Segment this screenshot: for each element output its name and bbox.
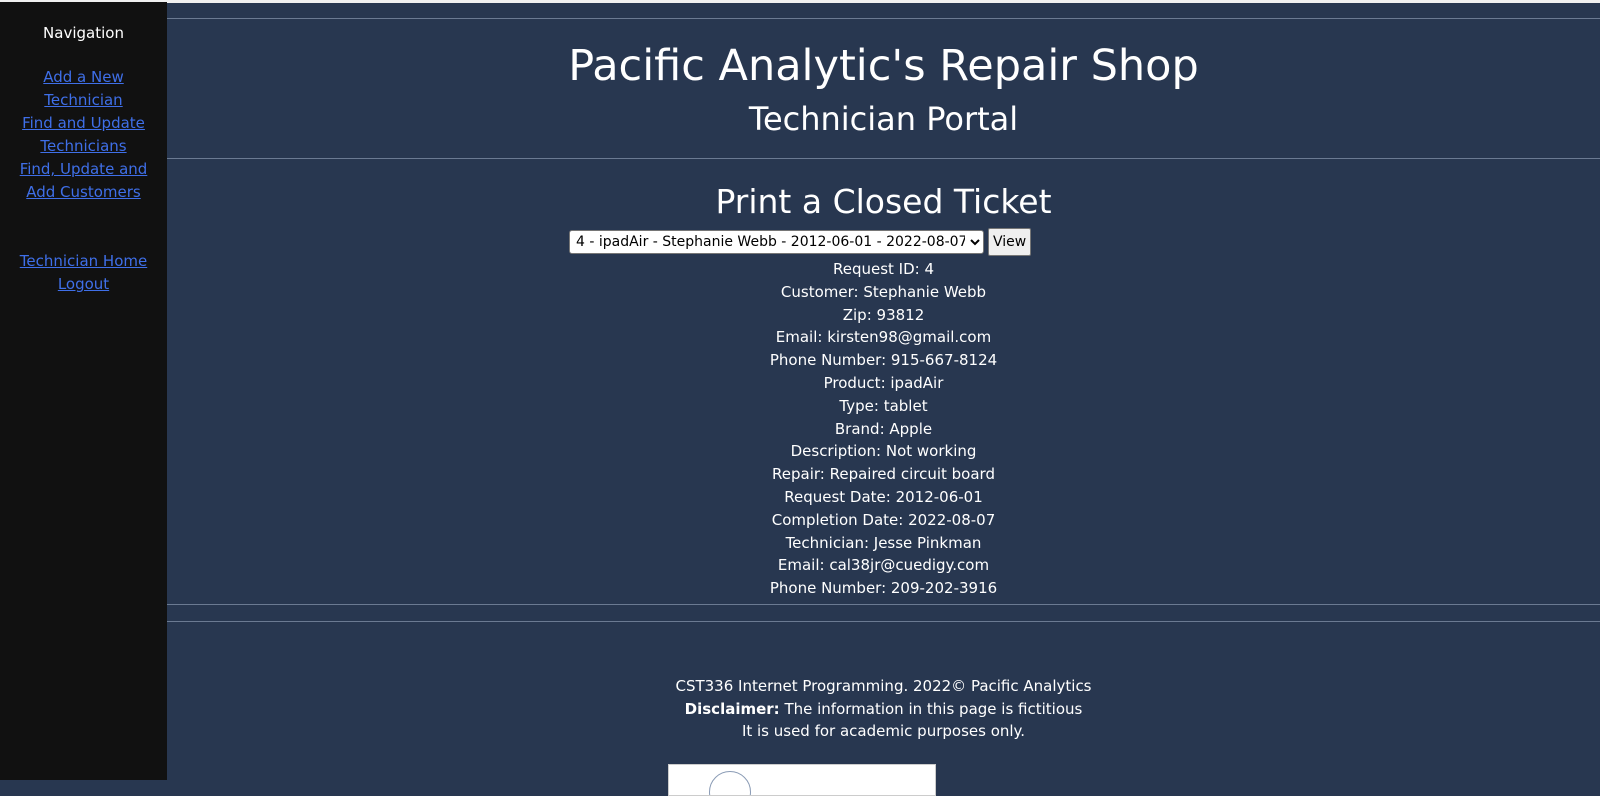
detail-product: Product: ipadAir [823,373,944,392]
seal-icon [709,771,751,795]
detail-technician-email: Email: cal38jr@cuedigy.com [777,556,990,575]
detail-technician: Technician: Jesse Pinkman [785,533,982,552]
footer-logo [668,764,936,796]
page-footer: CST336 Internet Programming. 2022© Pacif… [167,675,1600,743]
navigation-heading: Navigation [43,24,124,42]
detail-customer-phone: Phone Number: 915-667-8124 [769,351,998,370]
page-heading: Print a Closed Ticket [715,182,1052,221]
site-title: Pacific Analytic's Repair Shop [568,41,1199,91]
sidebar-link-add-technician[interactable]: Add a New Technician [0,66,167,112]
view-button[interactable]: View [988,228,1032,256]
sidebar-link-logout[interactable]: Logout [0,273,167,296]
header-top-divider [167,18,1600,19]
detail-type: Type: tablet [839,396,928,415]
detail-request-date: Request Date: 2012-06-01 [784,487,983,506]
ticket-picker: 4 - ipadAir - Stephanie Webb - 2012-06-0… [569,228,1032,256]
disclaimer-label: Disclaimer: [684,699,780,718]
detail-request-id: Request ID: 4 [832,260,935,278]
detail-technician-phone: Phone Number: 209-202-3916 [769,579,998,598]
sidebar-link-technician-home[interactable]: Technician Home [0,250,167,273]
footer-academic-note: It is used for academic purposes only. [741,722,1026,740]
detail-repair: Repair: Repaired circuit board [772,465,995,484]
sidebar-navigation: Navigation Add a New Technician Find and… [0,2,167,780]
footer-copyright: CST336 Internet Programming. 2022© Pacif… [675,677,1092,695]
detail-customer-email: Email: kirsten98@gmail.com [775,328,992,347]
disclaimer-text: The information in this page is fictitio… [779,699,1083,718]
detail-customer: Customer: Stephanie Webb [780,282,987,301]
footer-second-divider [167,621,1600,622]
ticket-details: Request ID: 4 Customer: Stephanie Webb Z… [167,258,1600,600]
sidebar-link-find-update-technicians[interactable]: Find and Update Technicians [0,112,167,158]
footer-disclaimer: Disclaimer: The information in this page… [167,698,1600,721]
closed-ticket-select[interactable]: 4 - ipadAir - Stephanie Webb - 2012-06-0… [569,230,984,254]
detail-description: Description: Not working [790,442,977,461]
main-content: Pacific Analytic's Repair Shop Technicia… [167,2,1600,796]
header-bottom-divider [167,158,1600,159]
detail-completion-date: Completion Date: 2022-08-07 [771,510,996,529]
detail-brand: Brand: Apple [834,419,933,438]
sidebar-link-find-update-add-customers[interactable]: Find, Update and Add Customers [0,158,167,204]
footer-top-divider [167,604,1600,605]
detail-zip: Zip: 93812 [842,305,925,324]
site-subtitle: Technician Portal [748,100,1019,138]
